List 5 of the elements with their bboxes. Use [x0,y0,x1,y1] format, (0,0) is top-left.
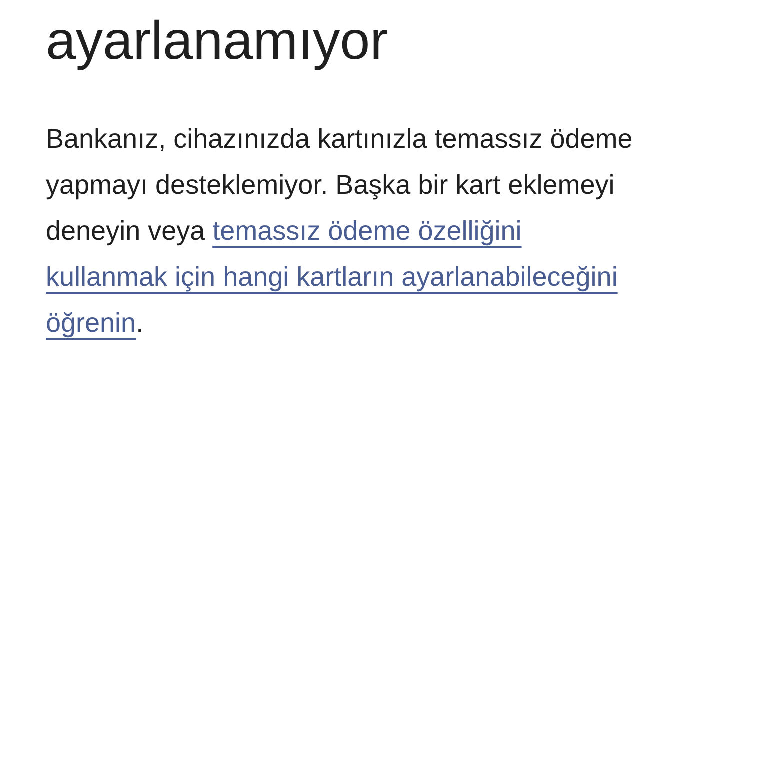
page-title: ayarlanamıyor [46,10,388,73]
learn-more-link[interactable]: temassız ödeme özelliğini [212,216,522,246]
message-paragraph: Bankanız, cihazınızda kartınızla temassız ödeme yapmayı desteklemiyor. Başka bir kart eklemeyi deneyin veya temassız ödeme özelliğini kullanmak için hangi kartların ayarlanabileceğini öğrenin. [46,123,634,340]
learn-more-link[interactable]: öğrenin [46,308,136,338]
learn-more-link[interactable]: kullanmak için hangi kartların ayarlanabileceğini [46,262,618,292]
